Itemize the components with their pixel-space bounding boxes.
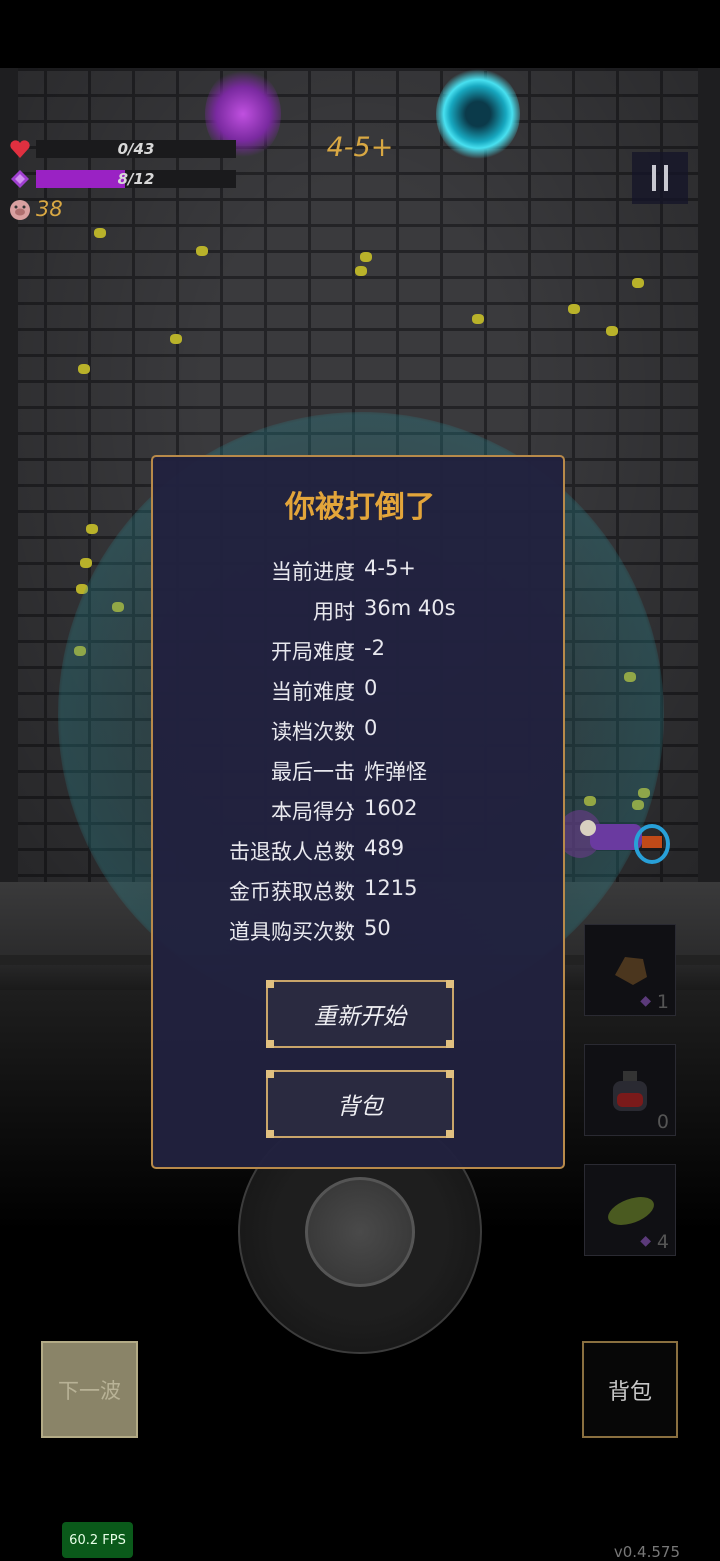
- level-indicator: 4-5+: [326, 132, 394, 163]
- stat-value: 1215: [364, 876, 418, 900]
- next-wave-label: 下一波: [58, 1378, 121, 1403]
- moss-decoration: [80, 558, 92, 568]
- stat-value: 1602: [364, 796, 418, 820]
- gem-icon: ◆: [640, 1233, 651, 1249]
- moss-decoration: [632, 278, 644, 288]
- fps-counter: 60.2 FPS: [62, 1522, 133, 1558]
- version-label: v0.4.575: [613, 1543, 680, 1561]
- bag-label: 背包: [337, 1094, 383, 1120]
- stat-label: 本局得分: [271, 800, 355, 824]
- stat-value: 0: [364, 716, 378, 740]
- stat-label: 读档次数: [271, 720, 355, 744]
- stat-value: 50: [364, 916, 391, 940]
- moss-decoration: [606, 326, 618, 336]
- moss-decoration: [196, 246, 208, 256]
- diamond-icon: [8, 168, 32, 190]
- stat-colon: :: [347, 916, 355, 940]
- health-text: 0/43: [117, 140, 155, 158]
- stat-colon: :: [347, 836, 355, 860]
- gold-row: 38: [8, 197, 63, 221]
- bag-button[interactable]: 背包: [582, 1341, 678, 1438]
- left-wall: [0, 68, 18, 882]
- stat-value: 489: [364, 836, 405, 860]
- item-count: 1: [656, 991, 669, 1013]
- item-slot-rock[interactable]: ◆ 1: [584, 924, 676, 1016]
- bag-button-label: 背包: [607, 1379, 652, 1405]
- game-over-dialog: [151, 455, 565, 1169]
- mana-bar: 8/12: [36, 170, 236, 188]
- dialog-title: 你被打倒了: [285, 490, 435, 525]
- gem-icon: ◆: [640, 993, 651, 1009]
- item-count: 0: [656, 1111, 669, 1133]
- stat-colon: :: [347, 876, 355, 900]
- stat-label: 当前难度: [271, 680, 355, 704]
- top-bar: [0, 0, 720, 68]
- item-slot-leaf[interactable]: ◆ 4: [584, 1164, 676, 1256]
- stat-colon: :: [347, 596, 355, 620]
- moss-decoration: [360, 252, 372, 262]
- moss-decoration: [94, 228, 106, 238]
- stat-colon: :: [347, 676, 355, 700]
- stat-label: 金币获取总数: [229, 880, 355, 904]
- stat-label: 最后一击: [271, 760, 355, 784]
- stat-label: 道具购买次数: [229, 920, 355, 944]
- stat-label: 开局难度: [271, 640, 355, 664]
- pause-button[interactable]: [632, 152, 688, 204]
- mana-row: 8/12: [8, 168, 236, 190]
- stat-colon: :: [347, 756, 355, 780]
- health-bar: 0/43: [36, 140, 236, 158]
- stat-value: 炸弹怪: [364, 760, 427, 784]
- stat-label: 击退敌人总数: [229, 840, 355, 864]
- stat-label: 当前进度: [271, 560, 355, 584]
- heart-icon: [8, 138, 32, 160]
- moss-decoration: [472, 314, 484, 324]
- item-slot-potion[interactable]: 0: [584, 1044, 676, 1136]
- player-character: [558, 806, 670, 866]
- stat-colon: :: [347, 716, 355, 740]
- stat-colon: :: [347, 636, 355, 660]
- pig-icon: [8, 198, 32, 220]
- joystick-knob[interactable]: [305, 1177, 415, 1287]
- cyan-portal: [436, 68, 520, 160]
- moss-decoration: [170, 334, 182, 344]
- item-count: 4: [656, 1231, 669, 1253]
- stat-colon: :: [347, 796, 355, 820]
- pause-icon: [652, 165, 656, 191]
- gold-count: 38: [36, 197, 63, 221]
- stat-value: 36m 40s: [364, 596, 456, 620]
- dialog-bag-button[interactable]: 背包: [266, 1070, 454, 1138]
- right-wall: [698, 68, 720, 882]
- stat-colon: :: [347, 556, 355, 580]
- moss-decoration: [78, 364, 90, 374]
- restart-button[interactable]: 重新开始: [266, 980, 454, 1048]
- mana-text: 8/12: [117, 170, 155, 188]
- stat-value: 4-5+: [364, 556, 416, 580]
- moss-decoration: [568, 304, 580, 314]
- next-wave-button[interactable]: 下一波: [41, 1341, 138, 1438]
- stat-value: 0: [364, 676, 378, 700]
- moss-decoration: [355, 266, 367, 276]
- stat-value: -2: [364, 636, 385, 660]
- restart-label: 重新开始: [314, 1004, 406, 1030]
- health-row: 0/43: [8, 138, 236, 160]
